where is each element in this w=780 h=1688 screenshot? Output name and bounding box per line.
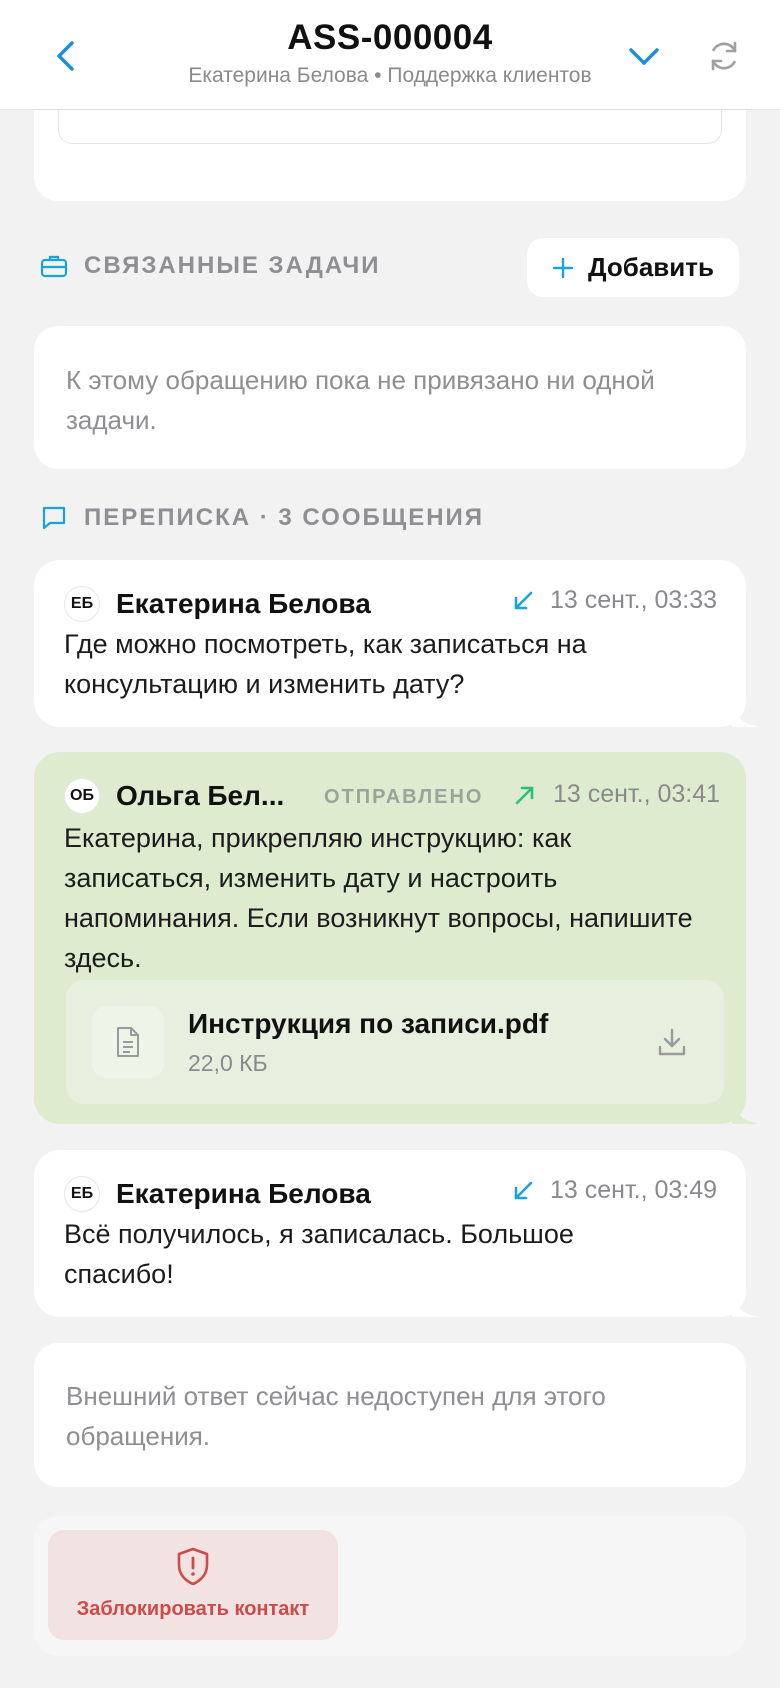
actions-card: Заблокировать контакт [34,1516,746,1656]
message-text: Где можно посмотреть, как записаться на … [64,629,587,699]
sender-name[interactable]: Ольга Бел... [116,780,284,812]
message-text: Екатерина, прикрепляю инструкцию: как за… [64,823,693,973]
download-button[interactable] [652,1022,692,1062]
reply-unavailable-card: Внешний ответ сейчас недоступен для этог… [34,1343,746,1487]
message-time: 13 сент., 03:49 [550,1176,718,1204]
download-icon [658,1028,686,1056]
bubble-tail [732,705,760,727]
avatar: ОБ [64,778,100,814]
message-outgoing: ОБ Ольга Бел... ОТПРАВЛЕНО 13 сент., 03:… [34,752,760,1124]
message-time: 13 сент., 03:41 [553,780,721,808]
refresh-icon [711,41,737,71]
sender-name[interactable]: Екатерина Белова [116,588,371,620]
related-tasks-header: СВЯЗАННЫЕ ЗАДАЧИ [40,252,381,280]
chat-bubble-icon [42,506,66,530]
reply-unavailable-text: Внешний ответ сейчас недоступен для этог… [66,1381,606,1451]
top-bar: ASS-000004 Екатерина Белова • Поддержка … [0,0,780,110]
related-tasks-empty-card: К этому обращению пока не привязано ни о… [34,326,746,469]
block-contact-button[interactable]: Заблокировать контакт [48,1530,338,1640]
message-incoming: ЕБ Екатерина Белова 13 сент., 03:33 Где … [34,560,760,727]
bubble-tail [732,1102,760,1124]
add-task-label: Добавить [588,252,714,282]
incoming-arrow-icon [514,591,533,610]
refresh-button[interactable] [698,30,750,82]
avatar: ЕБ [64,1176,100,1212]
expand-button[interactable] [618,30,670,82]
message-time: 13 сент., 03:33 [550,586,718,614]
bubble-tail [732,1295,760,1317]
correspondence-heading: ПЕРЕПИСКА · 3 СООБЩЕНИЯ [84,504,485,531]
chevron-down-icon [629,48,659,65]
shield-alert-icon [177,1547,209,1586]
plus-icon [552,257,574,278]
incoming-arrow-icon [514,1181,533,1200]
message-incoming: ЕБ Екатерина Белова 13 сент., 03:49 Всё … [34,1150,760,1317]
related-tasks-heading: СВЯЗАННЫЕ ЗАДАЧИ [84,252,381,279]
related-tasks-empty-text: К этому обращению пока не привязано ни о… [66,365,655,435]
block-contact-label: Заблокировать контакт [76,1598,310,1620]
attachment[interactable]: Инструкция по записи.pdf 22,0 КБ [66,980,724,1104]
add-task-button[interactable]: Добавить [527,238,739,297]
briefcase-icon [40,255,68,278]
message-status: ОТПРАВЛЕНО [324,786,484,808]
avatar: ЕБ [64,586,100,622]
sender-name[interactable]: Екатерина Белова [116,1178,371,1210]
attachment-size: 22,0 КБ [188,1050,268,1076]
message-text: Всё получилось, я записалась. Большое сп… [64,1219,574,1289]
correspondence-header: ПЕРЕПИСКА · 3 СООБЩЕНИЯ [40,504,484,532]
attachment-name: Инструкция по записи.pdf [188,1008,549,1039]
document-icon [92,1006,164,1078]
outgoing-arrow-icon [515,786,534,805]
